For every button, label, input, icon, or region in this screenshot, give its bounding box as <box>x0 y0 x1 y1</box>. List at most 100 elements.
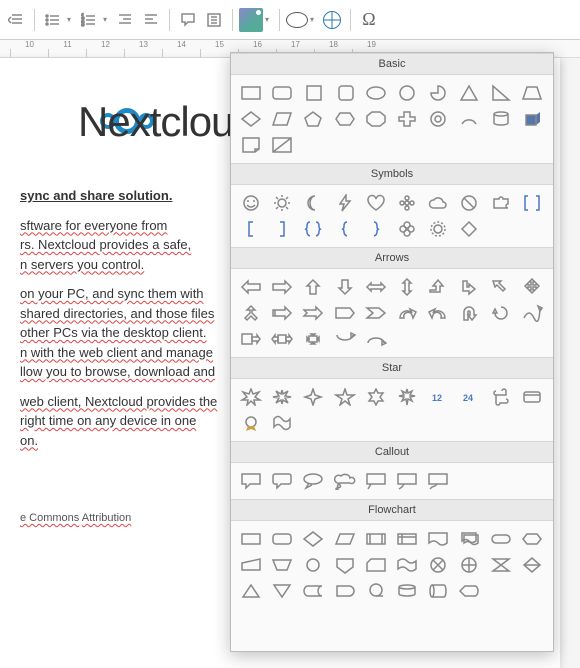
shape-diamond[interactable] <box>237 107 265 131</box>
shape-arrow-curved-down[interactable] <box>331 327 359 351</box>
shape-arrow-leftright[interactable] <box>362 275 390 299</box>
shape-arrow-notched-right[interactable] <box>299 301 327 325</box>
shape-double-brace[interactable] <box>299 217 327 241</box>
shape-fc-or[interactable] <box>455 553 483 577</box>
shape-rectangle[interactable] <box>237 81 265 105</box>
shape-signet[interactable] <box>237 411 265 435</box>
shape-arrow-corner[interactable] <box>487 275 515 299</box>
shape-arrow-quad[interactable] <box>518 275 546 299</box>
shape-flower[interactable] <box>393 191 421 215</box>
shape-left-bracket[interactable] <box>237 217 265 241</box>
shape-doorplate[interactable] <box>268 411 296 435</box>
shape-right-brace[interactable] <box>362 217 390 241</box>
shape-pie[interactable] <box>424 81 452 105</box>
shape-arrow-curved-right[interactable] <box>393 301 421 325</box>
shape-hexagon[interactable] <box>331 107 359 131</box>
shape-cloud[interactable] <box>424 191 452 215</box>
shape-arrow-callout-leftright[interactable] <box>268 327 296 351</box>
track-changes-button[interactable] <box>202 8 226 32</box>
shape-vertical-scroll[interactable] <box>487 385 515 409</box>
shape-fc-sum[interactable] <box>424 553 452 577</box>
shape-smiley[interactable] <box>237 191 265 215</box>
shape-fc-connector[interactable] <box>299 553 327 577</box>
shape-callout-round-rect[interactable] <box>268 469 296 493</box>
shape-triangle[interactable] <box>455 81 483 105</box>
shape-fc-alternate[interactable] <box>268 527 296 551</box>
dropdown-caret[interactable]: ▾ <box>265 15 273 24</box>
special-char-button[interactable]: Ω <box>357 8 381 32</box>
shape-frame[interactable] <box>268 133 296 157</box>
shape-fc-process[interactable] <box>237 527 265 551</box>
indent-decrease-button[interactable] <box>4 8 28 32</box>
shape-lightning[interactable] <box>331 191 359 215</box>
shape-fc-manual-op[interactable] <box>268 553 296 577</box>
shape-puzzle[interactable] <box>487 191 515 215</box>
shape-arrow-striped-right[interactable] <box>268 301 296 325</box>
shape-cross[interactable] <box>393 107 421 131</box>
shape-fc-delay[interactable] <box>331 579 359 603</box>
shape-left-brace[interactable] <box>331 217 359 241</box>
shape-fc-offpage[interactable] <box>331 553 359 577</box>
shape-callout-rect[interactable] <box>237 469 265 493</box>
shape-arrow-callout-quad[interactable] <box>299 327 327 351</box>
shape-fc-magnetic-disk[interactable] <box>393 579 421 603</box>
dropdown-caret[interactable]: ▾ <box>310 15 318 24</box>
shape-right-bracket[interactable] <box>268 217 296 241</box>
shape-callout-line-1[interactable] <box>362 469 390 493</box>
shape-rounded-square[interactable] <box>331 81 359 105</box>
insert-hyperlink-button[interactable] <box>320 8 344 32</box>
shape-star-24[interactable]: 24 <box>455 385 483 409</box>
shape-arrow-bent-up[interactable] <box>424 275 452 299</box>
shape-fc-tape[interactable] <box>393 553 421 577</box>
shape-pentagon[interactable] <box>299 107 327 131</box>
shape-fc-extract[interactable] <box>237 579 265 603</box>
shape-explosion-1[interactable] <box>237 385 265 409</box>
shape-rounded-rectangle[interactable] <box>268 81 296 105</box>
shape-arrow-curved-left[interactable] <box>424 301 452 325</box>
insert-shape-button[interactable] <box>286 12 308 28</box>
shape-arrow-split[interactable] <box>237 301 265 325</box>
shape-ellipse[interactable] <box>362 81 390 105</box>
shape-arrow-down[interactable] <box>331 275 359 299</box>
shape-fc-seq-access[interactable] <box>362 579 390 603</box>
shape-fc-sort[interactable] <box>518 553 546 577</box>
shape-arrow-updown[interactable] <box>393 275 421 299</box>
shape-star-4[interactable] <box>299 385 327 409</box>
shape-gear[interactable] <box>424 217 452 241</box>
shape-fc-card[interactable] <box>362 553 390 577</box>
shape-explosion-2[interactable] <box>268 385 296 409</box>
shape-fc-preparation[interactable] <box>518 527 546 551</box>
shape-callout-cloud[interactable] <box>331 469 359 493</box>
shape-fc-multidoc[interactable] <box>455 527 483 551</box>
list-bullet-button[interactable] <box>41 8 65 32</box>
shape-parallelogram[interactable] <box>268 107 296 131</box>
shape-arrow-s-curve[interactable] <box>518 301 546 325</box>
shape-fc-merge[interactable] <box>268 579 296 603</box>
shape-arrow-curved-up[interactable] <box>362 327 390 351</box>
shape-fc-manual-input[interactable] <box>237 553 265 577</box>
shape-diamond-outline[interactable] <box>455 217 483 241</box>
shape-square[interactable] <box>299 81 327 105</box>
shape-quatrefoil[interactable] <box>393 217 421 241</box>
dropdown-caret[interactable]: ▾ <box>67 15 75 24</box>
comment-button[interactable] <box>176 8 200 32</box>
list-number-button[interactable]: 123 <box>77 8 101 32</box>
shape-sun[interactable] <box>268 191 296 215</box>
shape-circle[interactable] <box>393 81 421 105</box>
shape-prohibit[interactable] <box>455 191 483 215</box>
shape-arrow-chevron[interactable] <box>362 301 390 325</box>
shape-octagon[interactable] <box>362 107 390 131</box>
shape-arrow-pentagon[interactable] <box>331 301 359 325</box>
shape-double-bracket[interactable] <box>518 191 546 215</box>
dropdown-caret[interactable]: ▾ <box>103 15 111 24</box>
shape-fc-decision[interactable] <box>299 527 327 551</box>
shape-ring[interactable] <box>424 107 452 131</box>
shape-arrow-circular[interactable] <box>487 301 515 325</box>
shape-arc[interactable] <box>455 107 483 131</box>
shape-arrow-uturn[interactable] <box>455 301 483 325</box>
shape-cube[interactable] <box>518 107 546 131</box>
shape-star-5[interactable] <box>331 385 359 409</box>
shape-star-6[interactable] <box>362 385 390 409</box>
shape-callout-ellipse[interactable] <box>299 469 327 493</box>
shape-fc-predefined[interactable] <box>362 527 390 551</box>
